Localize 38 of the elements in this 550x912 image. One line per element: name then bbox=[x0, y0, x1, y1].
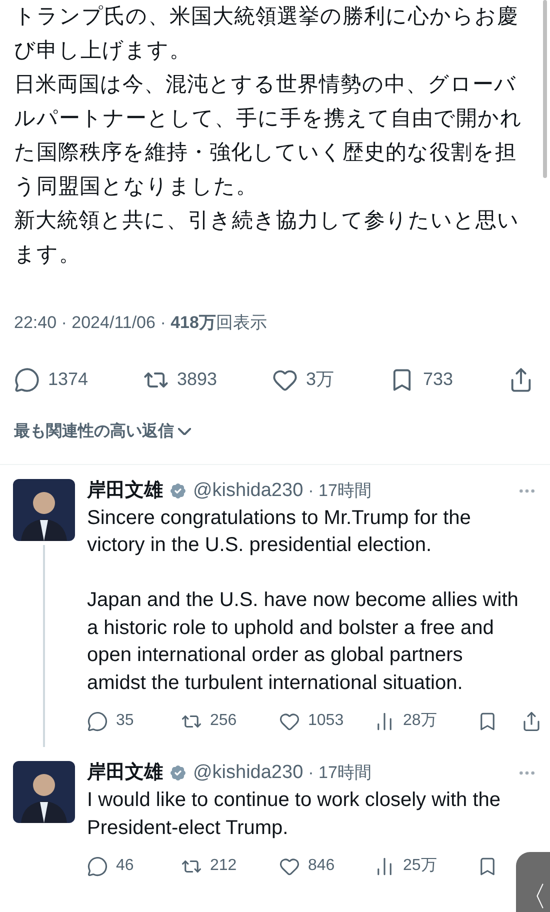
back-handle[interactable]: 〈 bbox=[516, 852, 550, 912]
reply-icon bbox=[87, 710, 108, 732]
avatar[interactable] bbox=[13, 761, 75, 823]
avatar[interactable] bbox=[13, 478, 75, 540]
heart-icon bbox=[279, 710, 300, 732]
author-name[interactable]: 岸田文雄 bbox=[87, 478, 163, 502]
post-text: 新大統領と共に、引き続き協力して参りたいと思います。 bbox=[14, 208, 520, 268]
repost-button[interactable]: 212 bbox=[181, 854, 237, 878]
reply-button[interactable]: 1374 bbox=[14, 366, 88, 393]
share-icon bbox=[521, 710, 542, 732]
reply-icon bbox=[87, 856, 108, 876]
like-button[interactable]: 1053 bbox=[279, 709, 344, 733]
reply-icon bbox=[14, 366, 40, 392]
author-handle[interactable]: @kishida230 bbox=[193, 761, 304, 785]
reply-text: Japan and the U.S. have now become allies with a historic role to uphold and bolster a free and open international order as global partners amidst the turbulent international situation. bbox=[87, 588, 520, 696]
like-button[interactable]: 3万 bbox=[272, 366, 334, 393]
reply-text: Sincere congratulations to Mr.Trump for the victory in the U.S. presidential election. bbox=[87, 506, 472, 558]
repost-button[interactable]: 256 bbox=[181, 709, 237, 733]
chevron-down-icon bbox=[178, 428, 191, 435]
like-button[interactable]: 846 bbox=[279, 854, 335, 878]
post-meta: 22:40 · 2024/11/06 · 418万回表示 bbox=[13, 312, 268, 334]
scrollbar[interactable] bbox=[543, 0, 547, 178]
repost-button[interactable]: 3893 bbox=[143, 366, 218, 393]
sort-menu[interactable]: 最も関連性の高い返信 bbox=[14, 420, 191, 444]
reply-button[interactable]: 35 bbox=[87, 709, 134, 733]
heart-icon bbox=[279, 856, 300, 876]
author-name[interactable]: 岸田文雄 bbox=[87, 761, 163, 785]
post-time: · 17時間 bbox=[308, 762, 372, 784]
share-button[interactable] bbox=[521, 710, 542, 732]
reply-button[interactable]: 46 bbox=[87, 854, 134, 878]
views-button[interactable]: 25万 bbox=[374, 854, 437, 878]
reply-text: I would like to continue to work closely with the President-elect Trump. bbox=[87, 788, 502, 840]
bookmark-button[interactable]: 733 bbox=[388, 366, 454, 393]
post-text: 日米両国は今、混沌とする世界情勢の中、グローバルパートナーとして、手に手を携えて自由で開かれた国際秩序を維持・強化していく歴史的な役割を担う同盟国となりました。 bbox=[14, 72, 524, 200]
views-button[interactable]: 28万 bbox=[374, 709, 437, 733]
post-time: · 17時間 bbox=[308, 480, 372, 502]
post-text: トランプ氏の、米国大統領選挙の勝利に心からお慶び申し上げます。 bbox=[14, 4, 520, 64]
author-handle[interactable]: @kishida230 bbox=[193, 478, 304, 502]
